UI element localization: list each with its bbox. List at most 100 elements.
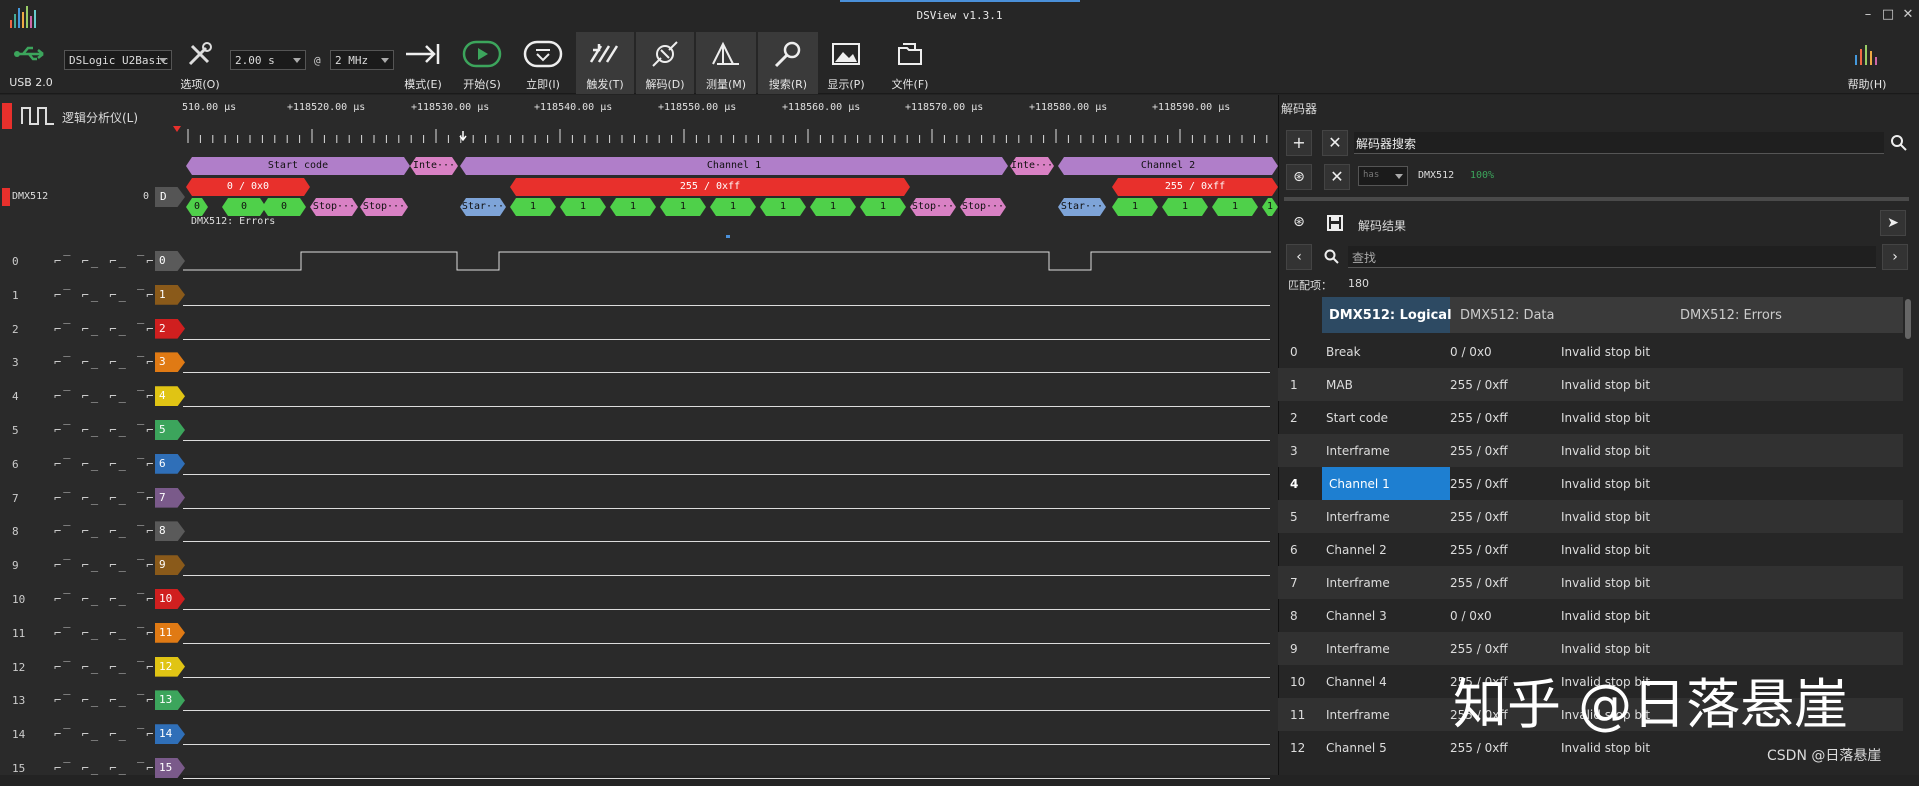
results-settings-button[interactable]: ⊛ xyxy=(1286,210,1312,236)
decode-annotation-bit[interactable]: 1 xyxy=(610,198,656,216)
decode-annotation-bit[interactable]: 0 xyxy=(222,198,266,216)
decode-annotation-bit[interactable]: 1 xyxy=(1212,198,1258,216)
channel-tag[interactable]: 2 xyxy=(155,318,185,339)
table-row[interactable]: 0 Break 0 / 0x0 Invalid stop bit xyxy=(1278,335,1903,368)
channel-tag[interactable]: 0 xyxy=(155,251,185,271)
mode-button[interactable]: 模式(E) xyxy=(400,32,446,94)
decode-annotation-data[interactable]: 255 / 0xff xyxy=(1112,178,1278,196)
channel-tag[interactable]: 14 xyxy=(155,724,185,745)
channel-row[interactable]: 4 ⌐‾ ⌐_ ⌐_ ‾⌐ ⌶ 4 xyxy=(0,380,1278,414)
channel-tag[interactable]: 13 xyxy=(155,690,185,711)
decoder-settings-button[interactable]: ⊛ xyxy=(1286,164,1312,190)
decode-button[interactable]: 解码(D) xyxy=(636,32,694,94)
decode-annotation-bit[interactable]: 1 xyxy=(1162,198,1208,216)
decode-annotation-bit[interactable]: Star··· xyxy=(1058,198,1106,216)
channel-tag[interactable]: 6 xyxy=(155,453,185,474)
decode-annotation-data[interactable]: 0 / 0x0 xyxy=(186,178,310,196)
decode-annotation-bit[interactable]: 1 xyxy=(510,198,556,216)
decode-annotation-logical[interactable]: Start code xyxy=(186,157,410,175)
channel-row[interactable]: 14 ⌐‾ ⌐_ ⌐_ ‾⌐ ⌶ 14 xyxy=(0,718,1278,752)
instant-button[interactable]: 立即(I) xyxy=(518,32,568,94)
search-button[interactable]: 搜索(R) xyxy=(758,32,818,94)
decode-annotation-bit[interactable]: 1 xyxy=(860,198,906,216)
prev-match-button[interactable]: ‹ xyxy=(1286,244,1312,270)
channel-tag[interactable]: 9 xyxy=(155,555,185,576)
decode-annotation-bit[interactable]: 1 xyxy=(660,198,706,216)
channel-row[interactable]: 1 ⌐‾ ⌐_ ⌐_ ‾⌐ ⌶ 1 xyxy=(0,279,1278,313)
decode-annotation-logical[interactable]: Inte··· xyxy=(1010,157,1054,175)
samplerate-select[interactable]: 2 MHz xyxy=(330,50,394,70)
options-button[interactable]: 选项(O) xyxy=(176,32,224,94)
find-input[interactable]: 查找 xyxy=(1348,246,1876,268)
channel-row[interactable]: 8 ⌐‾ ⌐_ ⌐_ ‾⌐ ⌶ 8 xyxy=(0,515,1278,549)
minimize-button[interactable]: – xyxy=(1858,6,1878,24)
column-header-data[interactable]: DMX512: Data xyxy=(1460,297,1555,333)
decode-annotation-logical[interactable]: Channel 1 xyxy=(460,157,1008,175)
decode-annotation-bit[interactable]: Stop··· xyxy=(360,198,408,216)
decoder-option-select[interactable]: has xyxy=(1358,166,1408,186)
channel-row[interactable]: 15 ⌐‾ ⌐_ ⌐_ ‾⌐ ⌶ 15 xyxy=(0,752,1278,786)
channel-row[interactable]: 11 ⌐‾ ⌐_ ⌐_ ‾⌐ ⌶ 11 xyxy=(0,617,1278,651)
table-row[interactable]: 1 MAB 255 / 0xff Invalid stop bit xyxy=(1278,368,1903,401)
channel-row[interactable]: 10 ⌐‾ ⌐_ ⌐_ ‾⌐ ⌶ 10 xyxy=(0,583,1278,617)
channel-tag[interactable]: 5 xyxy=(155,420,185,440)
decoder-search-input[interactable]: 解码器搜索 xyxy=(1354,132,1884,154)
decode-annotation-bit[interactable]: Star··· xyxy=(460,198,506,216)
delete-decoder-button[interactable]: ✕ xyxy=(1324,164,1350,190)
help-button[interactable]: 帮助(H) xyxy=(1842,32,1892,94)
table-row[interactable]: 4 Channel 1 255 / 0xff Invalid stop bit xyxy=(1278,467,1903,500)
channel-row[interactable]: 5 ⌐‾ ⌐_ ⌐_ ‾⌐ ⌶ 5 xyxy=(0,414,1278,448)
decode-annotation-bit[interactable]: 1 xyxy=(1112,198,1158,216)
decode-annotation-bit[interactable]: 1 xyxy=(760,198,806,216)
channel-row[interactable]: 3 ⌐‾ ⌐_ ⌐_ ‾⌐ ⌶ 3 xyxy=(0,346,1278,380)
column-header-errors[interactable]: DMX512: Errors xyxy=(1680,297,1782,333)
channel-tag[interactable]: 10 xyxy=(155,589,185,609)
channel-row[interactable]: 6 ⌐‾ ⌐_ ⌐_ ‾⌐ ⌶ 6 xyxy=(0,448,1278,482)
decode-annotation-bit[interactable]: 1 xyxy=(710,198,756,216)
channel-tag[interactable]: 12 xyxy=(155,656,185,677)
decode-annotation-bit[interactable]: Stop··· xyxy=(910,198,956,216)
channel-tag[interactable]: 3 xyxy=(155,352,185,373)
decode-annotation-bit[interactable]: Stop··· xyxy=(310,198,358,216)
channel-tag[interactable]: 8 xyxy=(155,521,185,542)
channel-row[interactable]: 2 ⌐‾ ⌐_ ⌐_ ‾⌐ ⌶ 2 xyxy=(0,313,1278,347)
decode-annotation-bit[interactable]: 0 xyxy=(262,198,306,216)
decode-annotation-bit[interactable]: 1 xyxy=(560,198,606,216)
channel-row[interactable]: 12 ⌐‾ ⌐_ ⌐_ ‾⌐ ⌶ 12 xyxy=(0,651,1278,685)
table-row[interactable]: 8 Channel 3 0 / 0x0 Invalid stop bit xyxy=(1278,599,1903,632)
decode-annotation-logical[interactable]: Inte··· xyxy=(410,157,458,175)
column-header-logical[interactable]: DMX512: Logical xyxy=(1322,297,1452,333)
decode-annotation-bit[interactable]: 1 xyxy=(810,198,856,216)
table-row[interactable]: 3 Interframe 255 / 0xff Invalid stop bit xyxy=(1278,434,1903,467)
channel-row[interactable]: 13 ⌐‾ ⌐_ ⌐_ ‾⌐ ⌶ 13 xyxy=(0,684,1278,718)
device-select[interactable]: DSLogic U2Basic xyxy=(64,50,172,70)
duration-select[interactable]: 2.00 s xyxy=(230,50,306,70)
table-row[interactable]: 7 Interframe 255 / 0xff Invalid stop bit xyxy=(1278,566,1903,599)
remove-decoder-button[interactable]: ✕ xyxy=(1322,130,1348,156)
decode-annotation-bit[interactable]: Stop··· xyxy=(960,198,1006,216)
table-row[interactable]: 6 Channel 2 255 / 0xff Invalid stop bit xyxy=(1278,533,1903,566)
channel-row[interactable]: 7 ⌐‾ ⌐_ ⌐_ ‾⌐ ⌶ 7 xyxy=(0,482,1278,516)
decode-annotation-logical[interactable]: Channel 2 xyxy=(1058,157,1278,175)
next-match-button[interactable]: › xyxy=(1882,244,1908,270)
table-scrollbar[interactable] xyxy=(1905,299,1911,339)
channel-tag[interactable]: 11 xyxy=(155,622,185,643)
search-icon[interactable] xyxy=(1890,134,1908,152)
table-row[interactable]: 2 Start code 255 / 0xff Invalid stop bit xyxy=(1278,401,1903,434)
channel-tag[interactable]: 15 xyxy=(155,758,185,778)
channel-tag[interactable]: 4 xyxy=(155,386,185,407)
time-ruler[interactable]: 510.00 μs +118520.00 μs +118530.00 μs +1… xyxy=(182,95,1278,153)
start-button[interactable]: 开始(S) xyxy=(458,32,506,94)
measure-button[interactable]: 测量(M) xyxy=(696,32,756,94)
channel-row[interactable]: 9 ⌐‾ ⌐_ ⌐_ ‾⌐ ⌶ 9 xyxy=(0,549,1278,583)
trigger-button[interactable]: 触发(T) xyxy=(576,32,634,94)
close-button[interactable]: ✕ xyxy=(1898,6,1918,24)
navigate-button[interactable]: ➤ xyxy=(1880,210,1906,236)
maximize-button[interactable]: □ xyxy=(1878,6,1898,24)
display-button[interactable]: 显示(P) xyxy=(822,32,870,94)
channel-tag[interactable]: 1 xyxy=(155,284,185,305)
save-icon[interactable] xyxy=(1326,214,1344,232)
channel-tag[interactable]: 7 xyxy=(155,487,185,508)
decode-annotation-data[interactable]: 255 / 0xff xyxy=(510,178,910,196)
file-button[interactable]: 文件(F) xyxy=(884,32,936,94)
